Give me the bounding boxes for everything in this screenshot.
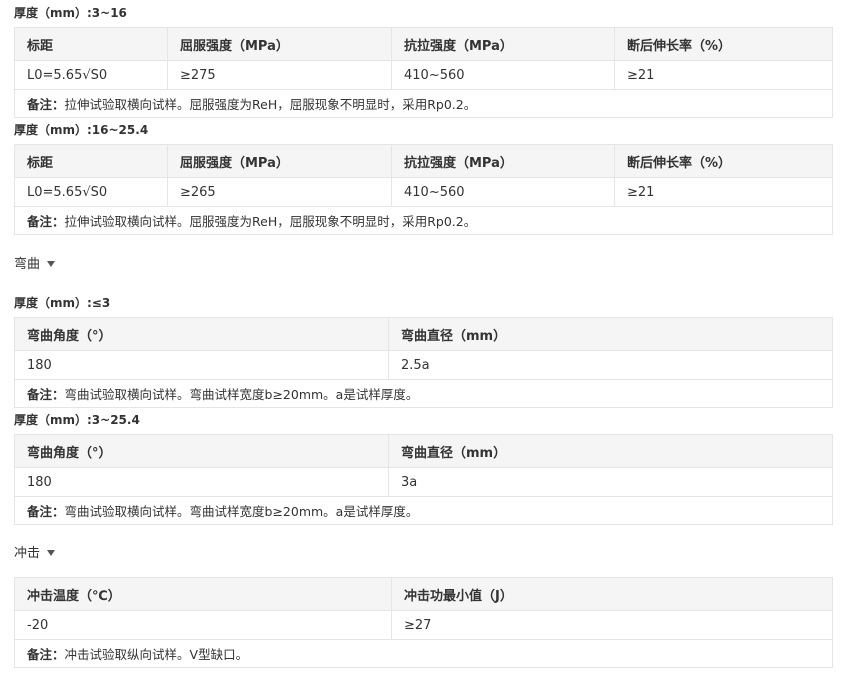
note-row: 备注：弯曲试验取横向试样。弯曲试样宽度b≥20mm。a是试样厚度。 <box>14 496 833 525</box>
note-cell: 备注：冲击试验取纵向试样。V型缺口。 <box>14 639 833 668</box>
note-row: 备注：弯曲试验取横向试样。弯曲试样宽度b≥20mm。a是试样厚度。 <box>14 379 833 408</box>
table-cell: 2.5a <box>388 350 833 380</box>
note-text: 冲击试验取纵向试样。V型缺口。 <box>64 647 249 662</box>
table-cell: L0=5.65√S0 <box>14 60 168 90</box>
table-header-row: 冲击温度（℃） 冲击功最小值（J） <box>14 577 833 611</box>
table-row: 180 2.5a <box>14 350 833 380</box>
table-cell: ≥265 <box>167 177 392 207</box>
bend-table: 弯曲角度（°） 弯曲直径（mm） 180 3a 备注：弯曲试验取横向试样。弯曲试… <box>14 434 833 525</box>
note-label: 备注： <box>27 97 65 112</box>
table-row: -20 ≥27 <box>14 610 833 640</box>
note-label: 备注： <box>27 387 65 402</box>
note-row: 备注：冲击试验取纵向试样。V型缺口。 <box>14 639 833 668</box>
content: 厚度（mm）:3~16 标距 屈服强度（MPa） 抗拉强度（MPa） 断后伸长率… <box>14 0 833 668</box>
impact-section-toggle[interactable]: 冲击 <box>14 544 56 564</box>
table-header-row: 标距 屈服强度（MPa） 抗拉强度（MPa） 断后伸长率（%） <box>14 27 833 61</box>
note-row: 备注：拉伸试验取横向试样。屈服强度为ReH，屈服现象不明显时，采用Rp0.2。 <box>14 89 833 118</box>
caret-down-icon <box>47 549 56 556</box>
column-header: 弯曲直径（mm） <box>388 434 833 468</box>
impact-table: 冲击温度（℃） 冲击功最小值（J） -20 ≥27 备注：冲击试验取纵向试样。V… <box>14 577 833 668</box>
table-row: L0=5.65√S0 ≥265 410~560 ≥21 <box>14 177 833 207</box>
note-label: 备注： <box>27 504 65 519</box>
column-header: 弯曲角度（°） <box>14 317 389 351</box>
table-cell: 180 <box>14 467 389 497</box>
table-cell: ≥21 <box>614 177 833 207</box>
column-header: 标距 <box>14 144 168 178</box>
tensile-table: 标距 屈服强度（MPa） 抗拉强度（MPa） 断后伸长率（%） L0=5.65√… <box>14 27 833 118</box>
thickness-label: 厚度（mm）:3~25.4 <box>14 413 140 427</box>
table-cell: ≥27 <box>391 610 833 640</box>
tensile-table: 标距 屈服强度（MPa） 抗拉强度（MPa） 断后伸长率（%） L0=5.65√… <box>14 144 833 235</box>
column-header: 屈服强度（MPa） <box>167 27 392 61</box>
table-cell: ≥21 <box>614 60 833 90</box>
thickness-label: 厚度（mm）:≤3 <box>14 296 111 310</box>
note-text: 拉伸试验取横向试样。屈服强度为ReH，屈服现象不明显时，采用Rp0.2。 <box>64 214 477 229</box>
table-cell: 3a <box>388 467 833 497</box>
table-header-row: 标距 屈服强度（MPa） 抗拉强度（MPa） 断后伸长率（%） <box>14 144 833 178</box>
note-cell: 备注：弯曲试验取横向试样。弯曲试样宽度b≥20mm。a是试样厚度。 <box>14 379 833 408</box>
column-header: 弯曲角度（°） <box>14 434 389 468</box>
table-cell: ≥275 <box>167 60 392 90</box>
note-cell: 备注：弯曲试验取横向试样。弯曲试样宽度b≥20mm。a是试样厚度。 <box>14 496 833 525</box>
bend-table: 弯曲角度（°） 弯曲直径（mm） 180 2.5a 备注：弯曲试验取横向试样。弯… <box>14 317 833 408</box>
section-title: 弯曲 <box>14 257 41 272</box>
column-header: 冲击温度（℃） <box>14 577 392 611</box>
table-row: 180 3a <box>14 467 833 497</box>
note-row: 备注：拉伸试验取横向试样。屈服强度为ReH，屈服现象不明显时，采用Rp0.2。 <box>14 206 833 235</box>
column-header: 屈服强度（MPa） <box>167 144 392 178</box>
note-text: 拉伸试验取横向试样。屈服强度为ReH，屈服现象不明显时，采用Rp0.2。 <box>64 97 477 112</box>
column-header: 抗拉强度（MPa） <box>391 144 615 178</box>
thickness-label: 厚度（mm）:3~16 <box>14 6 127 20</box>
note-cell: 备注：拉伸试验取横向试样。屈服强度为ReH，屈服现象不明显时，采用Rp0.2。 <box>14 206 833 235</box>
column-header: 断后伸长率（%） <box>614 27 833 61</box>
column-header: 标距 <box>14 27 168 61</box>
column-header: 抗拉强度（MPa） <box>391 27 615 61</box>
thickness-label: 厚度（mm）:16~25.4 <box>14 123 149 137</box>
caret-down-icon <box>47 260 56 267</box>
table-cell: 410~560 <box>391 177 615 207</box>
note-text: 弯曲试验取横向试样。弯曲试样宽度b≥20mm。a是试样厚度。 <box>64 504 419 519</box>
table-cell: 180 <box>14 350 389 380</box>
table-header-row: 弯曲角度（°） 弯曲直径（mm） <box>14 317 833 351</box>
column-header: 弯曲直径（mm） <box>388 317 833 351</box>
section-title: 冲击 <box>14 546 41 561</box>
note-text: 弯曲试验取横向试样。弯曲试样宽度b≥20mm。a是试样厚度。 <box>64 387 419 402</box>
table-cell: 410~560 <box>391 60 615 90</box>
table-row: L0=5.65√S0 ≥275 410~560 ≥21 <box>14 60 833 90</box>
column-header: 断后伸长率（%） <box>614 144 833 178</box>
column-header: 冲击功最小值（J） <box>391 577 833 611</box>
note-label: 备注： <box>27 647 65 662</box>
note-label: 备注： <box>27 214 65 229</box>
table-cell: L0=5.65√S0 <box>14 177 168 207</box>
note-cell: 备注：拉伸试验取横向试样。屈服强度为ReH，屈服现象不明显时，采用Rp0.2。 <box>14 89 833 118</box>
table-cell: -20 <box>14 610 392 640</box>
bend-section-toggle[interactable]: 弯曲 <box>14 255 56 275</box>
table-header-row: 弯曲角度（°） 弯曲直径（mm） <box>14 434 833 468</box>
